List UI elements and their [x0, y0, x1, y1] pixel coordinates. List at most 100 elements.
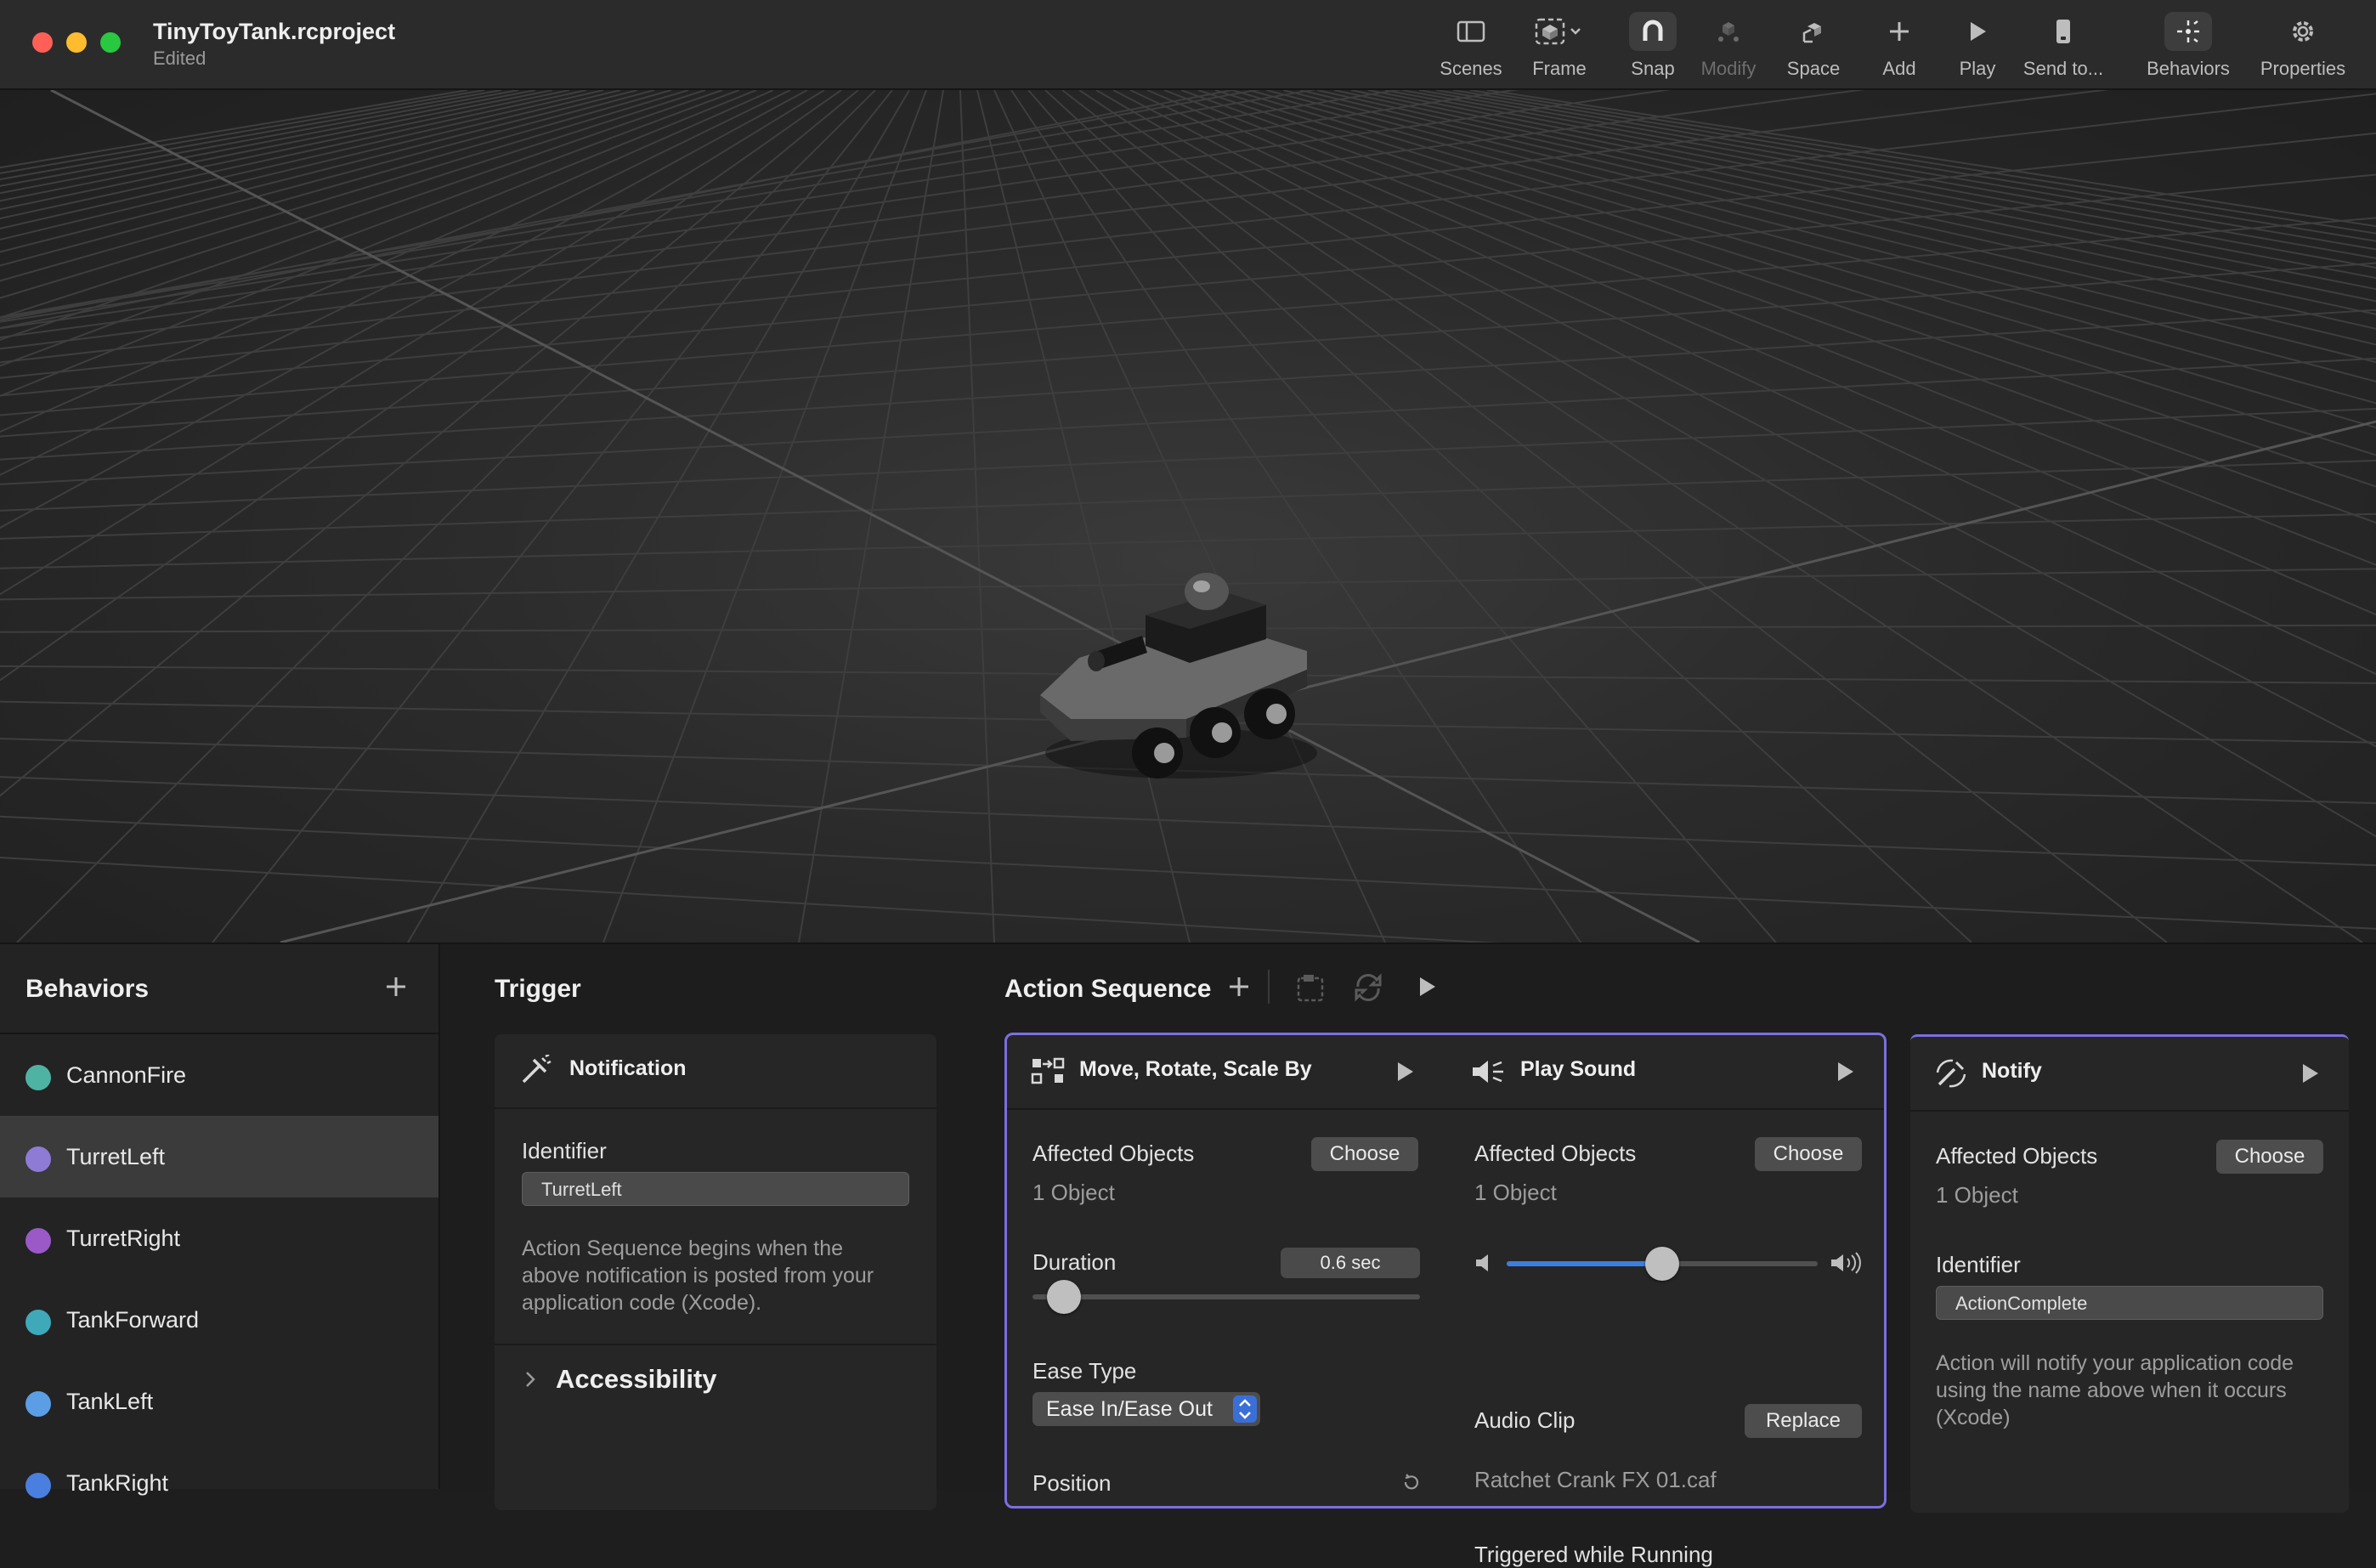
behavior-label: CannonFire — [66, 1062, 187, 1088]
play-action-button[interactable] — [2303, 1064, 2318, 1083]
close-window-button[interactable] — [32, 32, 53, 53]
ease-type-select[interactable]: Ease In/Ease Out — [1032, 1392, 1260, 1426]
affected-objects-count: 1 Object — [1936, 1182, 2018, 1208]
trigger-identifier-field[interactable]: TurretLeft — [522, 1172, 909, 1206]
loop-icon[interactable] — [1351, 971, 1385, 1004]
zoom-window-button[interactable] — [100, 32, 121, 53]
trigger-title: Trigger — [495, 975, 581, 1003]
add-action-button[interactable] — [1227, 975, 1251, 999]
speaker-icon — [1473, 1061, 1503, 1083]
reset-icon[interactable] — [1401, 1472, 1422, 1492]
behaviors-icon — [2164, 12, 2212, 51]
play-button[interactable]: Play — [1944, 12, 2011, 83]
duration-slider-track[interactable] — [1032, 1294, 1420, 1299]
modify-button[interactable]: Modify — [1694, 12, 1762, 83]
sound-card-title: Play Sound — [1520, 1057, 1637, 1081]
affected-objects-label: Affected Objects — [1474, 1141, 1637, 1166]
properties-button[interactable]: Properties — [2255, 12, 2351, 83]
behavior-item-tankleft[interactable]: TankLeft — [0, 1361, 438, 1442]
stepper-icon — [1233, 1395, 1257, 1423]
window-subtitle: Edited — [153, 48, 206, 69]
phone-icon — [2054, 12, 2073, 51]
behavior-item-cannonfire[interactable]: CannonFire — [0, 1034, 438, 1116]
frame-button[interactable]: Frame — [1519, 12, 1599, 83]
properties-label: Properties — [2260, 58, 2346, 79]
affected-objects-count: 1 Object — [1474, 1180, 1557, 1205]
chevron-right-icon[interactable] — [523, 1369, 537, 1390]
send-to-button[interactable]: Send to... — [2019, 12, 2107, 83]
behaviors-title: Behaviors — [25, 975, 150, 1003]
space-button[interactable]: Space — [1779, 12, 1847, 83]
ease-type-value: Ease In/Ease Out — [1046, 1397, 1213, 1421]
duration-label: Duration — [1032, 1249, 1117, 1275]
ease-type-label: Ease Type — [1032, 1358, 1137, 1384]
group-actions-icon[interactable] — [1295, 971, 1327, 1004]
tank-model[interactable] — [1020, 473, 1343, 795]
behavior-color-dot — [25, 1391, 51, 1417]
volume-high-icon — [1831, 1252, 1861, 1274]
plus-icon — [387, 977, 405, 996]
behavior-color-dot — [25, 1065, 51, 1090]
accessibility-disclosure[interactable]: Accessibility — [556, 1364, 717, 1395]
behavior-color-dot — [25, 1228, 51, 1254]
magnet-icon — [1629, 12, 1677, 51]
notify-description: Action will notify your application code… — [1936, 1351, 2294, 1429]
behavior-item-turretright[interactable]: TurretRight — [0, 1197, 438, 1279]
identifier-label: Identifier — [522, 1138, 607, 1163]
notify-card: Notify Affected Objects Choose 1 Object … — [1910, 1034, 2349, 1513]
window-title: TinyToyTank.rcproject — [153, 19, 396, 44]
frame-icon — [1534, 12, 1585, 51]
move-card-header: Move, Rotate, Scale By — [1007, 1035, 1445, 1110]
replace-button[interactable]: Replace — [1745, 1404, 1862, 1438]
behavior-label: TankLeft — [66, 1389, 154, 1414]
notify-icon — [1936, 1059, 1966, 1088]
add-behavior-button[interactable] — [384, 975, 408, 1003]
snap-button[interactable]: Snap — [1621, 12, 1684, 83]
behavior-color-dot — [25, 1146, 51, 1172]
minimize-window-button[interactable] — [66, 32, 87, 53]
triggered-while-running-label: Triggered while Running — [1474, 1542, 1713, 1567]
choose-button[interactable]: Choose — [2216, 1140, 2323, 1174]
affected-objects-label: Affected Objects — [1936, 1143, 2098, 1169]
move-card-title: Move, Rotate, Scale By — [1079, 1057, 1312, 1081]
play-action-button[interactable] — [1838, 1062, 1853, 1081]
notify-identifier-field[interactable]: ActionComplete — [1936, 1286, 2323, 1320]
trigger-card-title: Notification — [569, 1056, 687, 1080]
plus-icon — [1887, 12, 1911, 51]
add-button[interactable]: Add — [1866, 12, 1932, 83]
behavior-item-tankforward[interactable]: TankForward — [0, 1279, 438, 1361]
scenes-button[interactable]: Scenes — [1433, 12, 1509, 83]
modify-label: Modify — [1700, 58, 1757, 79]
snap-label: Snap — [1631, 58, 1675, 79]
volume-slider-fill — [1507, 1261, 1662, 1266]
behavior-item-turretleft[interactable]: TurretLeft — [0, 1116, 438, 1197]
trigger-description: Action Sequence begins when the above no… — [522, 1237, 874, 1315]
play-sound-card: Play Sound Affected Objects Choose 1 Obj… — [1445, 1035, 1884, 1567]
sound-card-header: Play Sound — [1445, 1035, 1884, 1110]
send-to-label: Send to... — [2022, 58, 2104, 79]
play-action-button[interactable] — [1398, 1062, 1413, 1081]
play-sequence-button[interactable] — [1416, 975, 1438, 999]
behaviors-editor: Behaviors CannonFire TurretLeft TurretRi… — [0, 942, 2376, 1567]
behavior-label: TankForward — [66, 1307, 200, 1333]
choose-button[interactable]: Choose — [1311, 1137, 1418, 1171]
duration-value-field[interactable]: 0.6 sec — [1281, 1248, 1420, 1278]
behavior-color-dot — [25, 1473, 51, 1498]
move-rotate-scale-card: Move, Rotate, Scale By Affected Objects … — [1007, 1035, 1445, 1511]
action-sequence-title: Action Sequence — [1004, 975, 1212, 1003]
behavior-item-tankright[interactable]: TankRight — [0, 1442, 438, 1524]
identifier-label: Identifier — [1936, 1252, 2021, 1277]
behavior-label: TurretRight — [66, 1226, 181, 1251]
frame-label: Frame — [1532, 58, 1587, 79]
space-icon — [1799, 12, 1828, 51]
sidebar-icon — [1457, 12, 1485, 51]
affected-objects-label: Affected Objects — [1032, 1141, 1195, 1166]
choose-button[interactable]: Choose — [1755, 1137, 1862, 1171]
scene-viewport[interactable] — [0, 90, 2376, 942]
duration-slider-thumb[interactable] — [1046, 1280, 1081, 1314]
volume-slider-thumb[interactable] — [1645, 1247, 1679, 1281]
trigger-card: Notification Identifier TurretLeft Actio… — [495, 1034, 936, 1510]
position-label: Position — [1032, 1470, 1112, 1496]
behaviors-button[interactable]: Behaviors — [2143, 12, 2233, 83]
behaviors-label: Behaviors — [2147, 58, 2230, 79]
